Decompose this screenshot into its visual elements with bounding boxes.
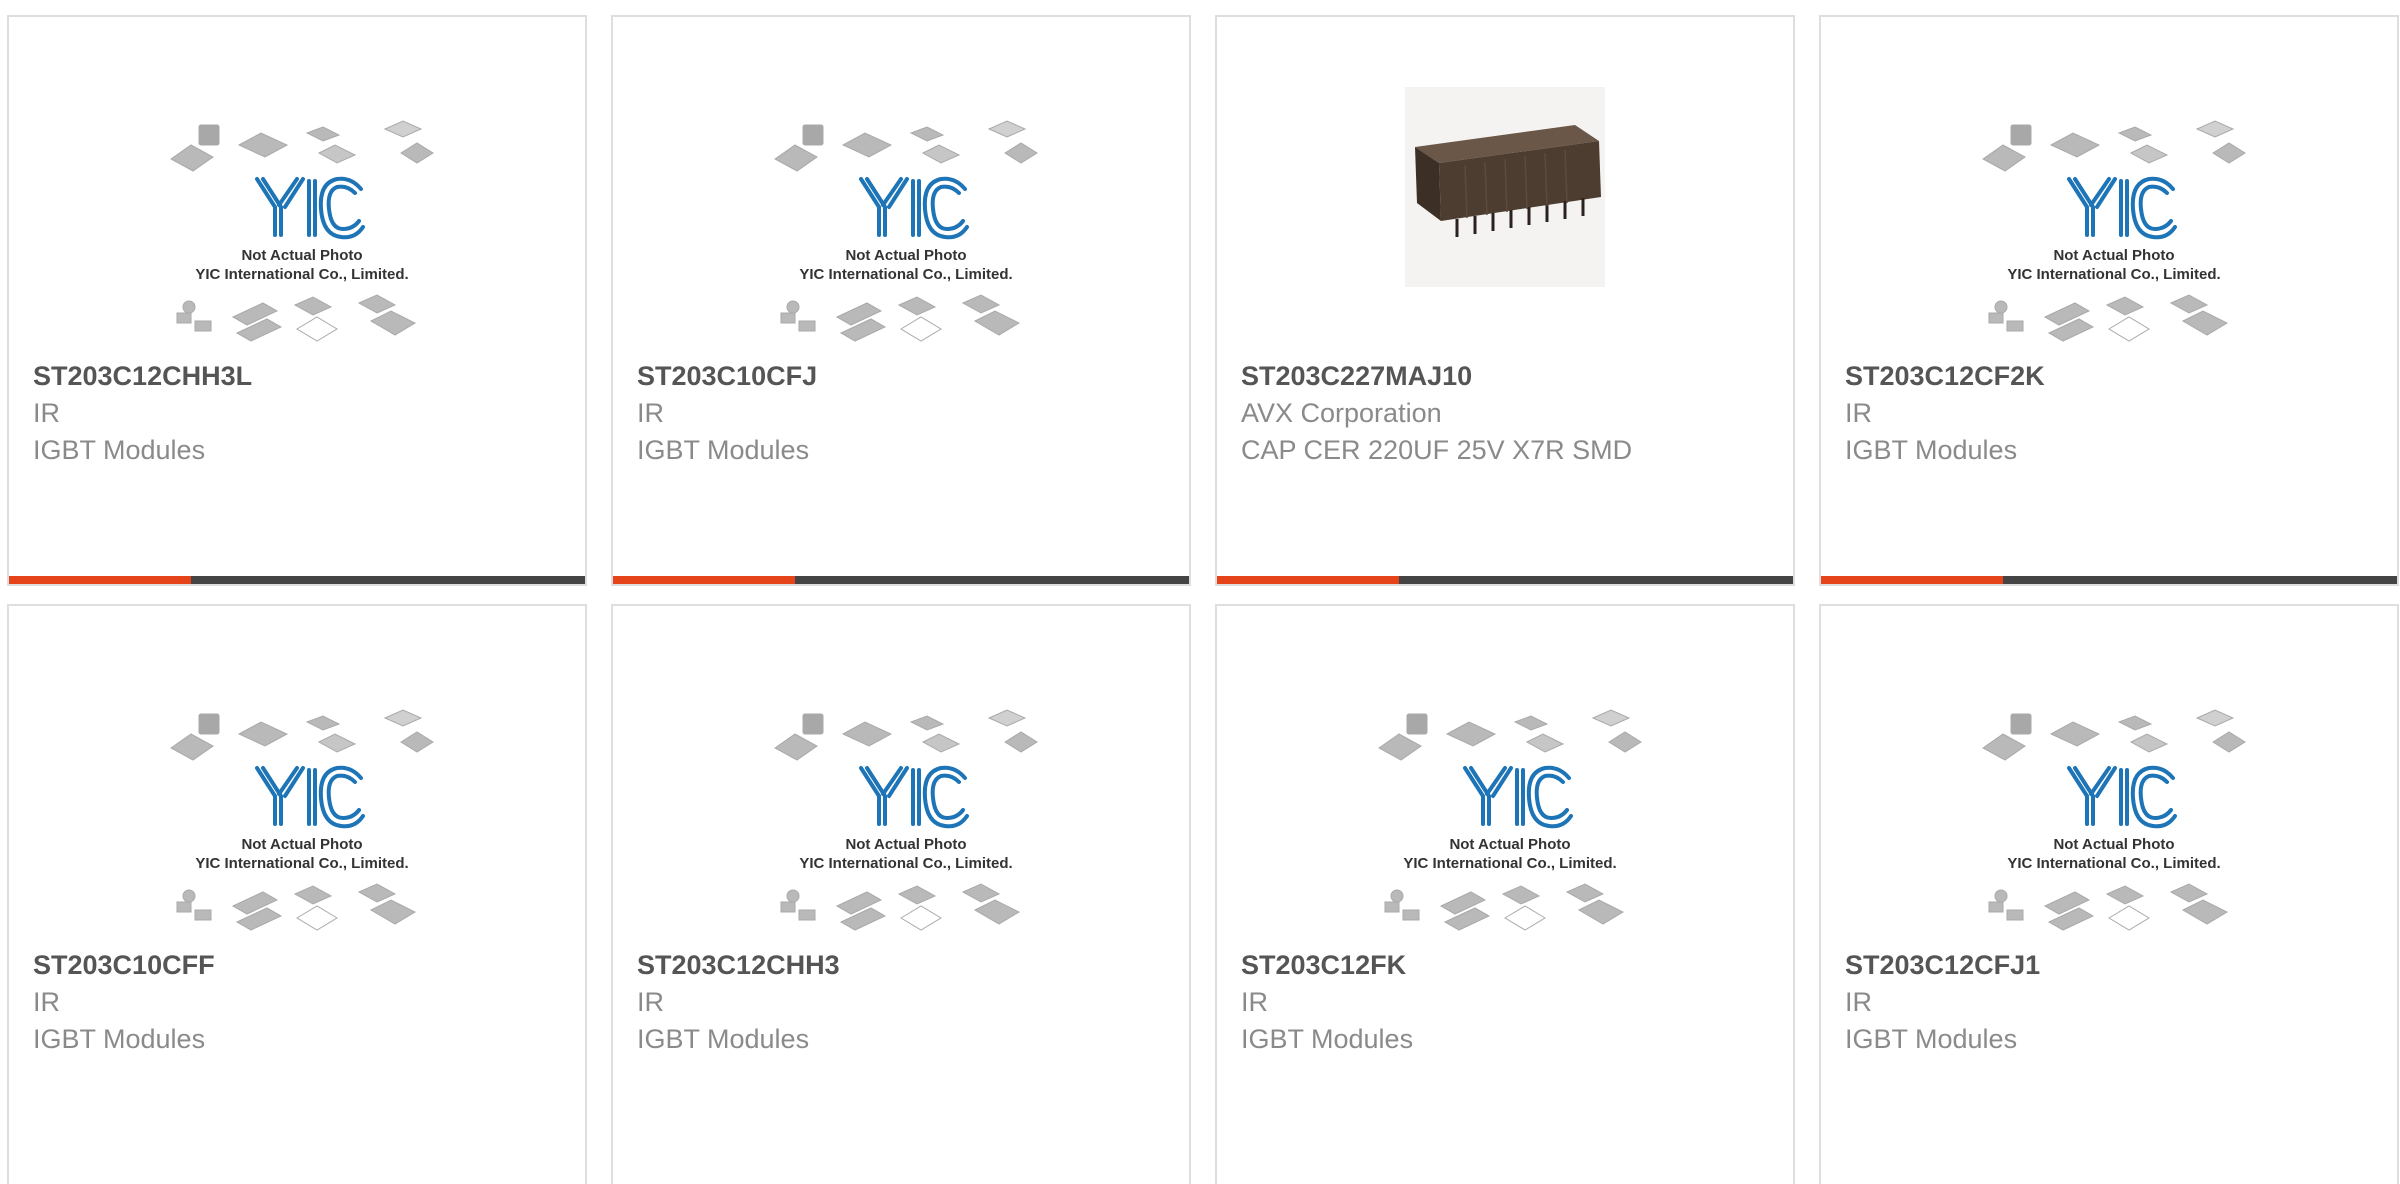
yic-logo-icon	[2067, 176, 2177, 240]
placeholder-line2: YIC International Co., Limited.	[2007, 266, 2220, 283]
product-meta: ST203C12CHH3 IR IGBT Modules	[637, 946, 1169, 1058]
product-card[interactable]: Not Actual Photo YIC International Co., …	[611, 604, 1191, 1184]
placeholder-line1: Not Actual Photo	[1449, 836, 1570, 853]
card-accent-bar	[9, 576, 191, 584]
product-meta: ST203C10CFJ IR IGBT Modules	[637, 357, 1169, 469]
product-meta: ST203C227MAJ10 AVX Corporation CAP CER 2…	[1241, 357, 1773, 469]
card-footer-bar	[1217, 576, 1793, 584]
card-accent-bar	[1217, 576, 1399, 584]
card-accent-bar	[1821, 576, 2003, 584]
not-actual-photo-icon: Not Actual Photo YIC International Co., …	[1378, 709, 1642, 931]
product-grid: Not Actual Photo YIC International Co., …	[0, 0, 2400, 1184]
placeholder-line1: Not Actual Photo	[2053, 247, 2174, 264]
product-description: IGBT Modules	[637, 1024, 810, 1054]
card-footer-bar	[9, 576, 585, 584]
not-actual-photo-icon: Not Actual Photo YIC International Co., …	[1982, 709, 2246, 931]
product-manufacturer: IR	[637, 987, 664, 1017]
placeholder-line1: Not Actual Photo	[241, 247, 362, 264]
product-manufacturer: IR	[33, 398, 60, 428]
product-part-number[interactable]: ST203C12FK	[1241, 946, 1773, 984]
product-description: IGBT Modules	[33, 1024, 206, 1054]
not-actual-photo-icon: Not Actual Photo YIC International Co., …	[1982, 120, 2246, 342]
product-manufacturer: AVX Corporation	[1241, 398, 1442, 428]
not-actual-photo-icon: Not Actual Photo YIC International Co., …	[774, 709, 1038, 931]
placeholder-line1: Not Actual Photo	[845, 247, 966, 264]
placeholder-line2: YIC International Co., Limited.	[799, 855, 1012, 872]
placeholder-line1: Not Actual Photo	[241, 836, 362, 853]
not-actual-photo-icon: Not Actual Photo YIC International Co., …	[774, 120, 1038, 342]
product-manufacturer: IR	[33, 987, 60, 1017]
card-accent-bar	[613, 576, 795, 584]
yic-logo-icon	[859, 765, 969, 829]
product-description: IGBT Modules	[637, 435, 810, 465]
product-card[interactable]: Not Actual Photo YIC International Co., …	[7, 15, 587, 586]
product-part-number[interactable]: ST203C227MAJ10	[1241, 357, 1773, 395]
product-description: IGBT Modules	[1845, 435, 2018, 465]
product-part-number[interactable]: ST203C12CFJ1	[1845, 946, 2377, 984]
yic-logo-icon	[2067, 765, 2177, 829]
product-part-number[interactable]: ST203C10CFJ	[637, 357, 1169, 395]
placeholder-line1: Not Actual Photo	[845, 836, 966, 853]
product-placeholder-image[interactable]: Not Actual Photo YIC International Co., …	[1981, 696, 2247, 936]
product-manufacturer: IR	[1241, 987, 1268, 1017]
product-card[interactable]: Not Actual Photo YIC International Co., …	[7, 604, 587, 1184]
yic-logo-icon	[255, 176, 365, 240]
not-actual-photo-icon: Not Actual Photo YIC International Co., …	[170, 709, 434, 931]
product-placeholder-image[interactable]: Not Actual Photo YIC International Co., …	[773, 107, 1039, 347]
product-placeholder-image[interactable]: Not Actual Photo YIC International Co., …	[169, 696, 435, 936]
product-placeholder-image[interactable]: Not Actual Photo YIC International Co., …	[1377, 696, 1643, 936]
product-meta: ST203C12FK IR IGBT Modules	[1241, 946, 1773, 1058]
product-part-number[interactable]: ST203C12CHH3	[637, 946, 1169, 984]
product-placeholder-image[interactable]: Not Actual Photo YIC International Co., …	[169, 107, 435, 347]
product-part-number[interactable]: ST203C12CHH3L	[33, 357, 565, 395]
product-meta: ST203C10CFF IR IGBT Modules	[33, 946, 565, 1058]
product-meta: ST203C12CF2K IR IGBT Modules	[1845, 357, 2377, 469]
product-manufacturer: IR	[1845, 987, 1872, 1017]
yic-logo-icon	[1463, 765, 1573, 829]
yic-logo-icon	[859, 176, 969, 240]
product-manufacturer: IR	[637, 398, 664, 428]
product-card[interactable]: Not Actual Photo YIC International Co., …	[1819, 15, 2399, 586]
product-card[interactable]: Not Actual Photo YIC International Co., …	[1215, 604, 1795, 1184]
product-placeholder-image[interactable]: Not Actual Photo YIC International Co., …	[1981, 107, 2247, 347]
product-card[interactable]: Not Actual Photo YIC International Co., …	[1819, 604, 2399, 1184]
product-meta: ST203C12CFJ1 IR IGBT Modules	[1845, 946, 2377, 1058]
product-description: IGBT Modules	[1241, 1024, 1414, 1054]
product-part-number[interactable]: ST203C12CF2K	[1845, 357, 2377, 395]
product-description: CAP CER 220UF 25V X7R SMD	[1241, 435, 1633, 465]
placeholder-line2: YIC International Co., Limited.	[799, 266, 1012, 283]
capacitor-array-icon	[1405, 87, 1605, 287]
product-placeholder-image[interactable]: Not Actual Photo YIC International Co., …	[773, 696, 1039, 936]
card-footer-bar	[613, 576, 1189, 584]
placeholder-line2: YIC International Co., Limited.	[195, 266, 408, 283]
placeholder-line1: Not Actual Photo	[2053, 836, 2174, 853]
product-description: IGBT Modules	[33, 435, 206, 465]
product-photo[interactable]	[1405, 87, 1605, 287]
product-manufacturer: IR	[1845, 398, 1872, 428]
yic-logo-icon	[255, 765, 365, 829]
product-description: IGBT Modules	[1845, 1024, 2018, 1054]
card-footer-bar	[1821, 576, 2397, 584]
placeholder-line2: YIC International Co., Limited.	[1403, 855, 1616, 872]
product-meta: ST203C12CHH3L IR IGBT Modules	[33, 357, 565, 469]
product-card[interactable]: Not Actual Photo YIC International Co., …	[611, 15, 1191, 586]
product-card[interactable]: ST203C227MAJ10 AVX Corporation CAP CER 2…	[1215, 15, 1795, 586]
placeholder-line2: YIC International Co., Limited.	[2007, 855, 2220, 872]
not-actual-photo-icon: Not Actual Photo YIC International Co., …	[170, 120, 434, 342]
placeholder-line2: YIC International Co., Limited.	[195, 855, 408, 872]
product-part-number[interactable]: ST203C10CFF	[33, 946, 565, 984]
